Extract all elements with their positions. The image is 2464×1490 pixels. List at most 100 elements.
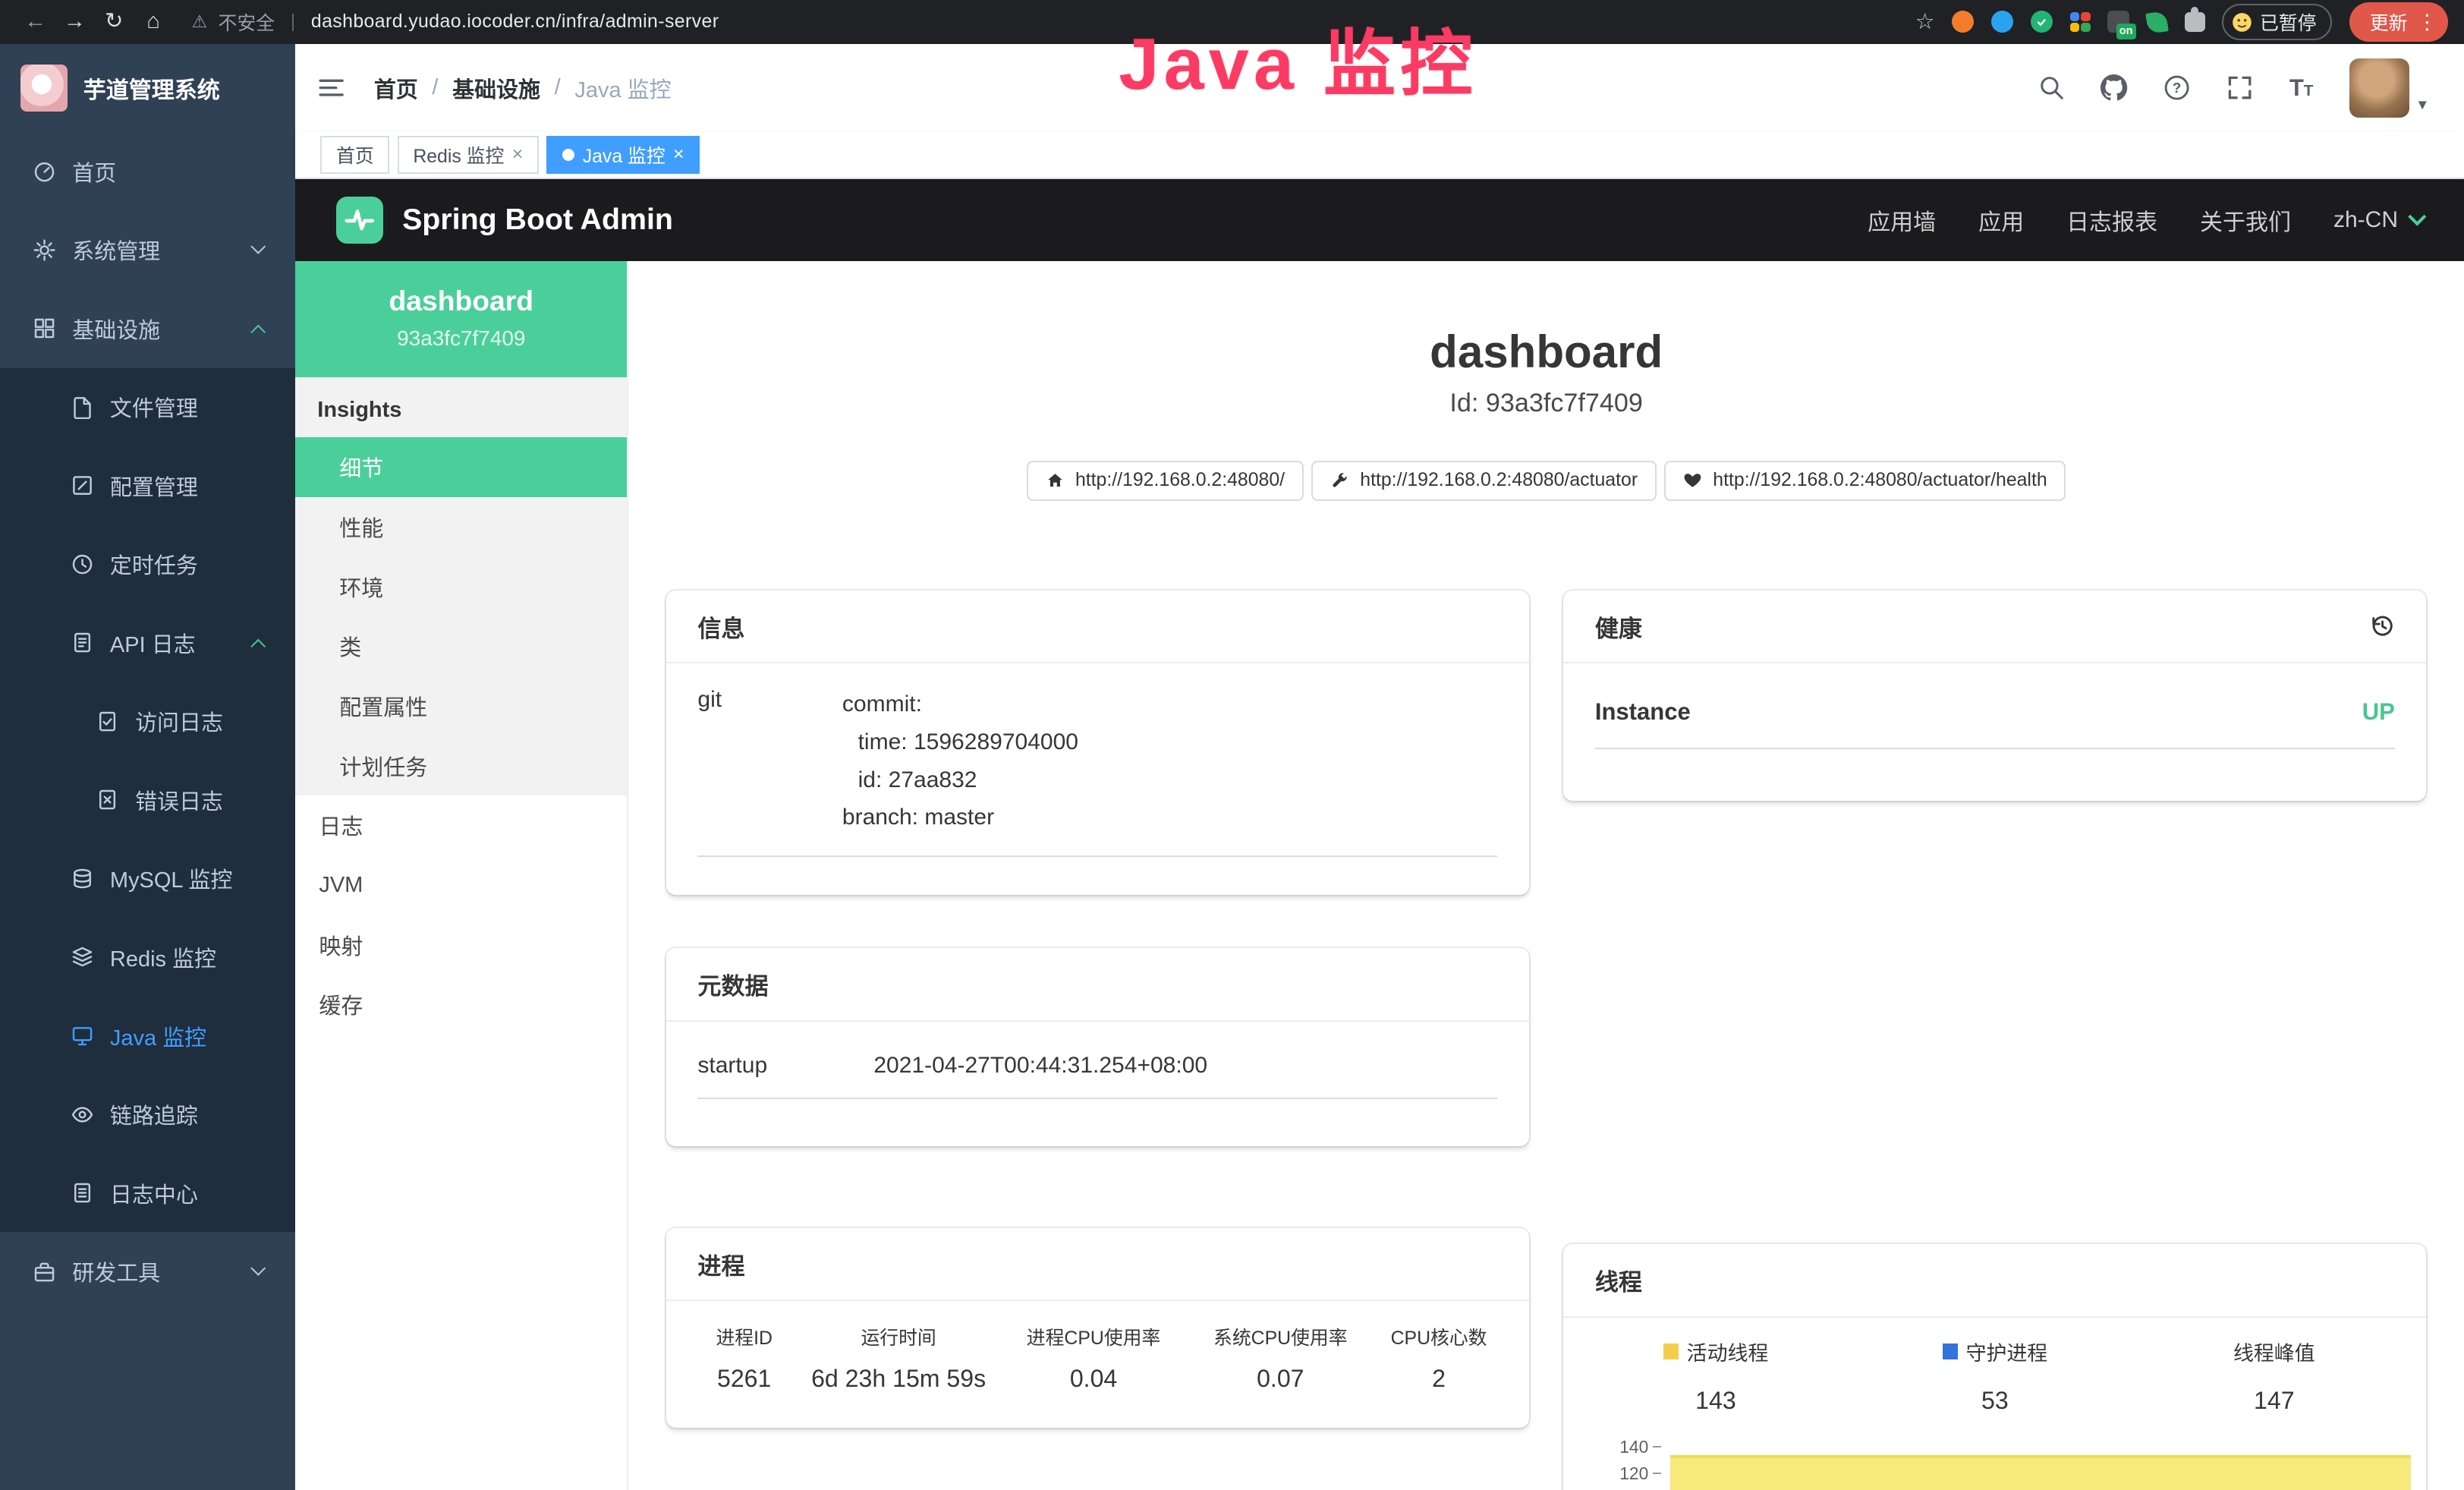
extension-icon-6[interactable] xyxy=(2145,11,2168,33)
paused-badge[interactable]: 已暂停 xyxy=(2222,4,2332,40)
sba-item-details[interactable]: 细节 xyxy=(295,437,627,497)
sba-item-env[interactable]: 环境 xyxy=(295,556,627,616)
on-badge: on xyxy=(2116,24,2136,39)
sidebar-item-label: 访问日志 xyxy=(135,705,223,737)
tags-view: 首页 Redis 监控 × Java 监控 × xyxy=(295,132,2464,179)
update-button[interactable]: 更新 ⋮ xyxy=(2349,2,2448,43)
page-subtitle-id: Id: 93a3fc7f7409 xyxy=(666,389,2426,418)
status-badge: UP xyxy=(2362,698,2395,726)
url-text[interactable]: dashboard.yudao.iocoder.cn/infra/admin-s… xyxy=(311,11,719,33)
sba-item-scheduled[interactable]: 计划任务 xyxy=(295,736,627,795)
locale-label: zh-CN xyxy=(2333,207,2398,233)
sidebar-item-system[interactable]: 系统管理 xyxy=(0,210,295,289)
sba-item-metrics[interactable]: 性能 xyxy=(295,497,627,557)
hamburger-icon[interactable] xyxy=(317,74,345,102)
security-label[interactable]: 不安全 xyxy=(219,8,275,36)
app-logo-row[interactable]: 芋道管理系统 xyxy=(0,44,295,132)
sidebar-item-label: 错误日志 xyxy=(135,784,223,816)
browser-home-button[interactable]: ⌂ xyxy=(134,0,173,44)
caret-down-icon: ▼ xyxy=(2415,96,2429,118)
sidebar-item-file-manage[interactable]: 文件管理 xyxy=(0,368,295,447)
sidebar-item-error-log[interactable]: 错误日志 xyxy=(0,761,295,840)
bookmark-star-icon[interactable]: ☆ xyxy=(1915,8,1935,35)
tag-close-icon[interactable]: × xyxy=(673,144,684,165)
main-column: 首页 / 基础设施 / Java 监控 ? xyxy=(295,44,2464,1490)
breadcrumb-home[interactable]: 首页 xyxy=(374,72,418,104)
file-icon xyxy=(71,395,94,419)
sba-item-classes[interactable]: 类 xyxy=(295,616,627,676)
sidebar-item-home[interactable]: 首页 xyxy=(0,132,295,211)
spring-boot-admin: Spring Boot Admin 应用墙 应用 日志报表 关于我们 zh-CN xyxy=(295,179,2464,1490)
help-icon[interactable]: ? xyxy=(2163,74,2190,101)
sidebar-item-infrastructure[interactable]: 基础设施 xyxy=(0,289,295,368)
sba-item-configprops[interactable]: 配置属性 xyxy=(295,676,627,736)
sidebar-item-label: 定时任务 xyxy=(110,548,198,580)
tag-java-monitor[interactable]: Java 监控 × xyxy=(546,136,700,174)
sba-nav-applications[interactable]: 应用 xyxy=(1978,203,2024,237)
avatar[interactable] xyxy=(2349,58,2409,118)
sba-nav-journal[interactable]: 日志报表 xyxy=(2066,203,2157,237)
process-table-headers: 进程ID 运行时间 进程CPU使用率 系统CPU使用率 CPU核心数 xyxy=(691,1323,1504,1350)
sidebar-item-devtools[interactable]: 研发工具 xyxy=(0,1232,295,1311)
info-card: 信息 git commit: time: 1596289704000 id: 2… xyxy=(666,591,1529,895)
warning-icon: ⚠ xyxy=(192,11,207,32)
base-url-link[interactable]: http://192.168.0.2:48080/ xyxy=(1027,461,1304,501)
timer-icon xyxy=(71,553,94,576)
sba-nav-about[interactable]: 关于我们 xyxy=(2200,203,2291,237)
col-header-uptime: 运行时间 xyxy=(797,1323,1000,1350)
card-title: 进程 xyxy=(697,1247,744,1281)
sidebar-item-log-center[interactable]: 日志中心 xyxy=(0,1154,295,1233)
actuator-url-link[interactable]: http://192.168.0.2:48080/actuator xyxy=(1311,461,1657,501)
breadcrumb-section[interactable]: 基础设施 xyxy=(452,72,540,104)
browser-back-button[interactable]: ← xyxy=(16,0,55,44)
extension-icon-2[interactable] xyxy=(1991,11,2013,33)
app-logo xyxy=(20,65,68,112)
health-url-link[interactable]: http://192.168.0.2:48080/actuator/health xyxy=(1664,461,2066,501)
kebab-menu-icon[interactable]: ⋮ xyxy=(2417,14,2437,30)
card-title: 线程 xyxy=(1595,1263,1642,1297)
sidebar-item-label: API 日志 xyxy=(110,627,196,659)
instance-header[interactable]: dashboard 93a3fc7f7409 xyxy=(295,261,627,378)
extensions-puzzle-icon[interactable] xyxy=(2185,12,2205,33)
smiley-icon xyxy=(2232,12,2252,33)
browser-forward-button[interactable]: → xyxy=(55,0,94,44)
font-size-icon[interactable]: TT xyxy=(2289,74,2314,102)
user-menu[interactable]: ▼ xyxy=(2349,58,2429,118)
sba-item-logfile[interactable]: 日志 xyxy=(295,795,627,855)
sidebar-item-trace[interactable]: 链路追踪 xyxy=(0,1075,295,1154)
sidebar-item-api-log[interactable]: API 日志 xyxy=(0,603,295,682)
sidebar-item-redis-monitor[interactable]: Redis 监控 xyxy=(0,918,295,997)
extension-icon-5[interactable]: on xyxy=(2107,11,2129,33)
y-axis-tick: 140 xyxy=(1576,1437,1661,1457)
sba-item-mappings[interactable]: 映射 xyxy=(295,915,627,975)
sba-logo-icon xyxy=(336,197,383,244)
sba-brand[interactable]: Spring Boot Admin xyxy=(336,197,673,244)
tag-close-icon[interactable]: × xyxy=(512,144,524,165)
tag-home[interactable]: 首页 xyxy=(320,136,389,174)
sidebar-item-config-manage[interactable]: 配置管理 xyxy=(0,446,295,525)
extension-icon-4[interactable] xyxy=(2070,12,2091,33)
sidebar-item-access-log[interactable]: 访问日志 xyxy=(0,682,295,761)
browser-reload-button[interactable]: ↻ xyxy=(94,0,134,44)
breadcrumb-separator: / xyxy=(432,75,438,100)
address-bar[interactable]: ⚠ 不安全 | dashboard.yudao.iocoder.cn/infra… xyxy=(192,8,719,36)
git-branch-line: branch: master xyxy=(842,799,1078,836)
infrastructure-submenu: 文件管理 配置管理 定时任务 API 日志 访问日志 xyxy=(0,368,295,1233)
sidebar-item-java-monitor[interactable]: Java 监控 xyxy=(0,997,295,1076)
tag-redis-monitor[interactable]: Redis 监控 × xyxy=(398,136,539,174)
history-icon[interactable] xyxy=(2370,613,2395,638)
value-uptime: 6d 23h 15m 59s xyxy=(797,1365,1000,1393)
sba-nav-wall[interactable]: 应用墙 xyxy=(1868,203,1936,237)
cards-left-column: 信息 git commit: time: 1596289704000 id: 2… xyxy=(666,591,1529,1428)
sba-item-jvm[interactable]: JVM xyxy=(295,855,627,915)
extension-icon-3[interactable] xyxy=(2031,11,2053,33)
sba-locale-select[interactable]: zh-CN xyxy=(2333,207,2423,233)
search-icon[interactable] xyxy=(2038,74,2065,101)
fullscreen-icon[interactable] xyxy=(2226,74,2253,101)
extension-icon-1[interactable] xyxy=(1952,11,1974,33)
error-log-icon xyxy=(96,788,119,811)
github-icon[interactable] xyxy=(2101,74,2127,101)
sidebar-item-scheduled-jobs[interactable]: 定时任务 xyxy=(0,525,295,604)
sidebar-item-mysql-monitor[interactable]: MySQL 监控 xyxy=(0,840,295,918)
sba-item-caches[interactable]: 缓存 xyxy=(295,975,627,1035)
